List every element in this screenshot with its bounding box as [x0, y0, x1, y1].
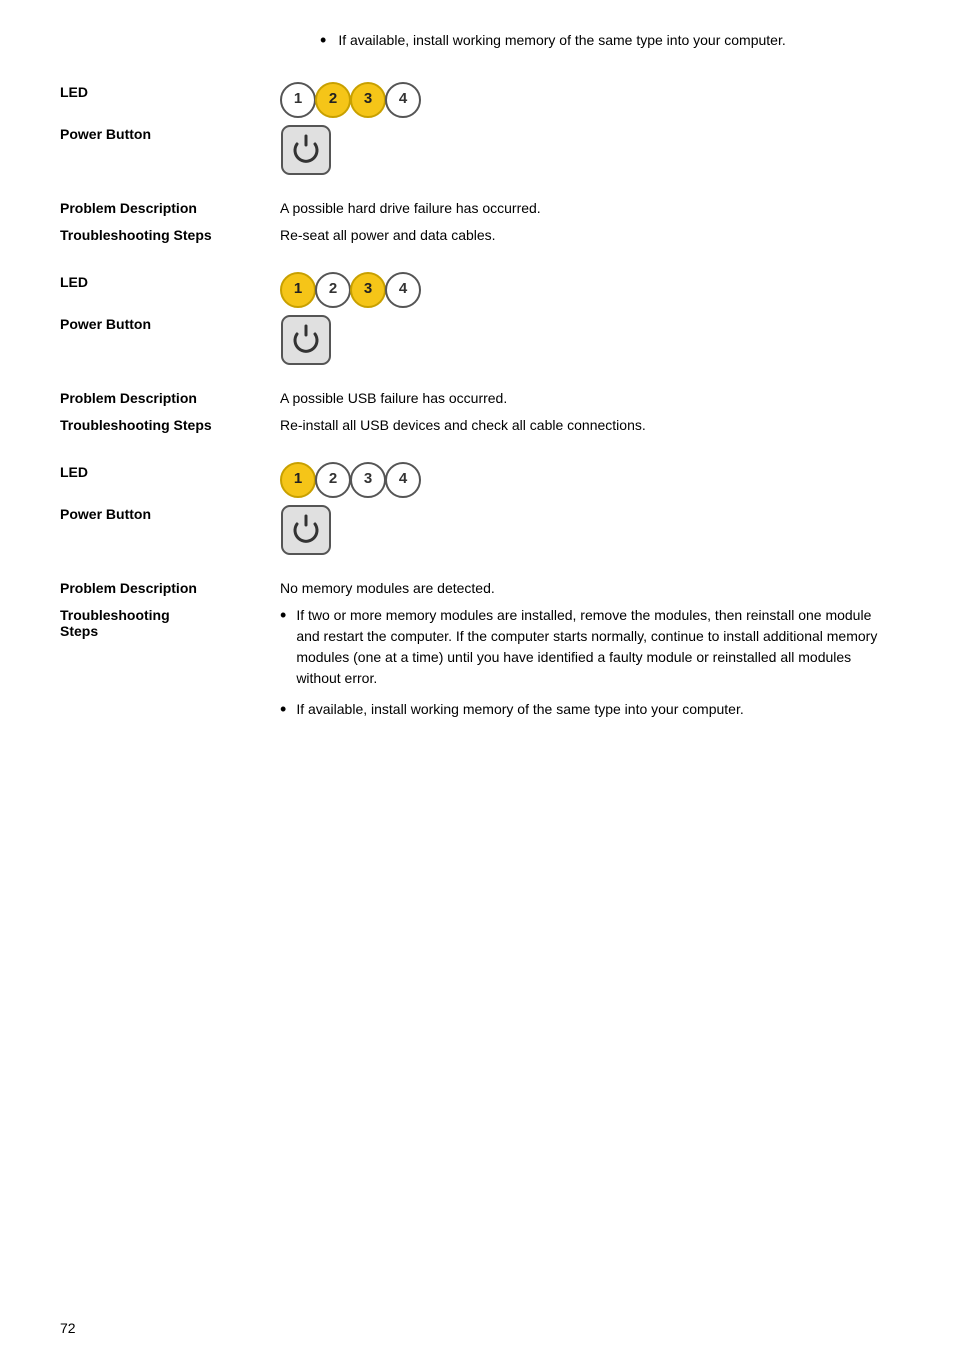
led-content: 1234 — [280, 462, 894, 498]
problem-row: Problem Description No memory modules ar… — [60, 578, 894, 599]
troubleshooting-item-text: If two or more memory modules are instal… — [296, 605, 894, 689]
page-number: 72 — [60, 1320, 76, 1336]
power-button-label: Power Button — [60, 314, 280, 332]
led-2: 2 — [315, 272, 351, 308]
power-button-row: Power Button — [60, 124, 894, 182]
troubleshooting-label: Troubleshooting Steps — [60, 415, 280, 433]
led-3: 3 — [350, 462, 386, 498]
power-button-label: Power Button — [60, 124, 280, 142]
led-label: LED — [60, 462, 280, 480]
troubleshooting-label: TroubleshootingSteps — [60, 605, 280, 639]
led-1: 1 — [280, 82, 316, 118]
troubleshooting-list: • If two or more memory modules are inst… — [280, 605, 894, 731]
problem-text: A possible USB failure has occurred. — [280, 388, 894, 409]
led-3: 3 — [350, 272, 386, 308]
led-2: 2 — [315, 82, 351, 118]
power-button-content — [280, 124, 894, 182]
led-row: LED 1234 — [60, 272, 894, 308]
troubleshooting-row: Troubleshooting Steps Re-seat all power … — [60, 225, 894, 246]
troubleshooting-item-2: • If available, install working memory o… — [280, 699, 894, 721]
bullet-icon: • — [280, 605, 286, 627]
troubleshooting-row: TroubleshootingSteps • If two or more me… — [60, 605, 894, 731]
led-1: 1 — [280, 462, 316, 498]
troubleshooting-item-1: • If two or more memory modules are inst… — [280, 605, 894, 689]
problem-label: Problem Description — [60, 388, 280, 406]
intro-bullet: • If available, install working memory o… — [320, 30, 894, 52]
led-content: 1234 — [280, 82, 894, 118]
led-content: 1234 — [280, 272, 894, 308]
troubleshooting-item-text: If available, install working memory of … — [296, 699, 743, 720]
section-3: LED 1234 Power Button Problem Descriptio… — [60, 462, 894, 747]
led-4: 4 — [385, 82, 421, 118]
led-1: 1 — [280, 272, 316, 308]
led-4: 4 — [385, 272, 421, 308]
power-button-label: Power Button — [60, 504, 280, 522]
power-button-content — [280, 314, 894, 372]
power-button-row: Power Button — [60, 314, 894, 372]
led-2: 2 — [315, 462, 351, 498]
power-button-content — [280, 504, 894, 562]
section-1: LED 1234 Power Button Problem Descriptio… — [60, 82, 894, 262]
led-group: 1234 — [280, 272, 894, 308]
bullet-icon: • — [280, 699, 286, 721]
power-button-row: Power Button — [60, 504, 894, 562]
led-group: 1234 — [280, 462, 894, 498]
troubleshooting-label: Troubleshooting Steps — [60, 225, 280, 243]
led-group: 1234 — [280, 82, 894, 118]
led-label: LED — [60, 272, 280, 290]
bullet-dot-icon: • — [320, 30, 326, 52]
led-3: 3 — [350, 82, 386, 118]
led-label: LED — [60, 82, 280, 100]
problem-row: Problem Description A possible hard driv… — [60, 198, 894, 219]
led-4: 4 — [385, 462, 421, 498]
led-row: LED 1234 — [60, 462, 894, 498]
troubleshooting-text: Re-seat all power and data cables. — [280, 225, 894, 246]
led-row: LED 1234 — [60, 82, 894, 118]
intro-bullet-text: If available, install working memory of … — [338, 30, 785, 51]
troubleshooting-text: Re-install all USB devices and check all… — [280, 415, 894, 436]
section-2: LED 1234 Power Button Problem Descriptio… — [60, 272, 894, 452]
troubleshooting-row: Troubleshooting Steps Re-install all USB… — [60, 415, 894, 436]
problem-text: No memory modules are detected. — [280, 578, 894, 599]
problem-label: Problem Description — [60, 578, 280, 596]
problem-label: Problem Description — [60, 198, 280, 216]
problem-text: A possible hard drive failure has occurr… — [280, 198, 894, 219]
problem-row: Problem Description A possible USB failu… — [60, 388, 894, 409]
